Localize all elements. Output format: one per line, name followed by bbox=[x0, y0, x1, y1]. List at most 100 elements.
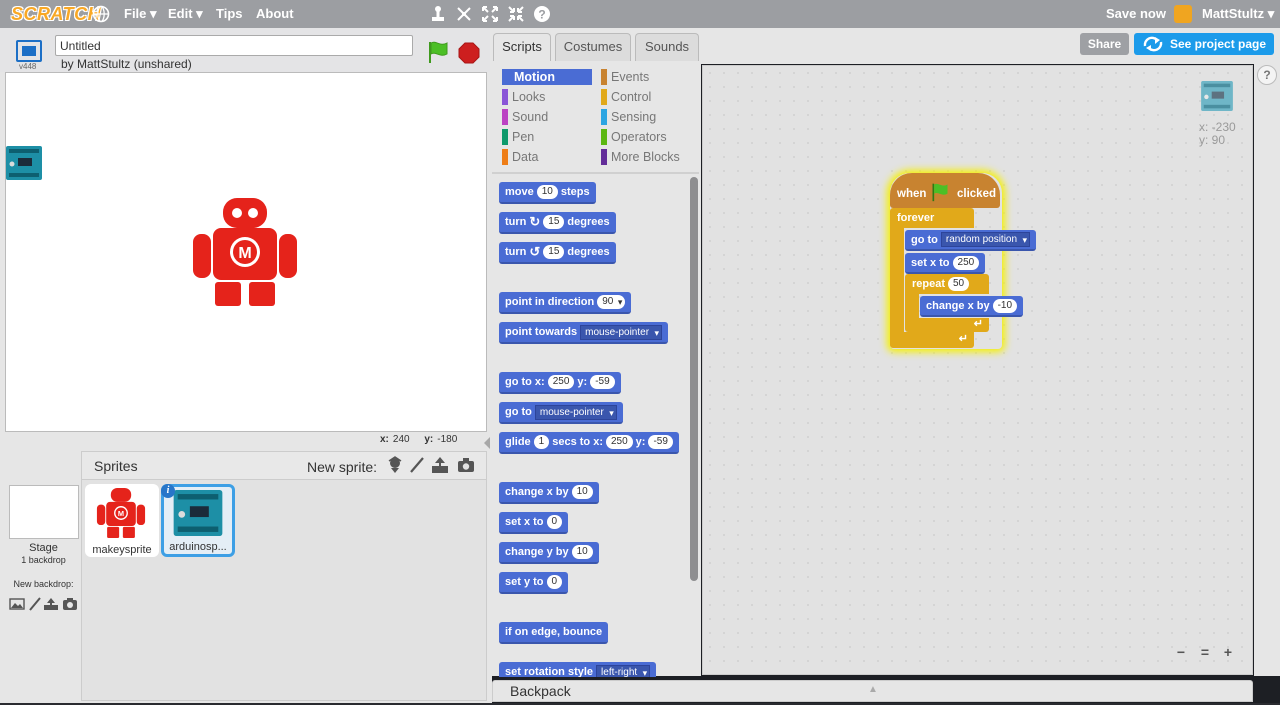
share-button[interactable]: Share bbox=[1080, 33, 1129, 55]
block-number-input[interactable]: 15 bbox=[543, 245, 565, 259]
block-set-y[interactable]: set y to 0 bbox=[499, 572, 569, 594]
user-avatar-icon[interactable] bbox=[1174, 5, 1192, 23]
block-change-y[interactable]: change y by 10 bbox=[499, 542, 599, 564]
upload-sprite-icon[interactable] bbox=[431, 456, 449, 474]
save-now-button[interactable]: Save now bbox=[1106, 0, 1166, 28]
camera-backdrop-icon[interactable] bbox=[62, 597, 78, 611]
category-pen[interactable]: Pen bbox=[502, 129, 534, 145]
zoom-reset-icon[interactable]: = bbox=[1195, 643, 1215, 661]
palette-scrollbar[interactable] bbox=[690, 177, 698, 581]
block-target-dropdown[interactable]: mouse-pointer bbox=[580, 324, 663, 340]
block-turn-right[interactable]: turn ↻ 15 degrees bbox=[499, 212, 616, 234]
camera-sprite-icon[interactable] bbox=[457, 456, 475, 474]
forever-block[interactable]: forever bbox=[890, 208, 974, 228]
scratch-logo[interactable]: SCRATCH bbox=[8, 3, 104, 25]
sprite-info-icon[interactable]: i bbox=[161, 484, 175, 498]
shrink-icon[interactable] bbox=[506, 4, 526, 24]
block-number-input[interactable]: 50 bbox=[948, 277, 970, 291]
category-operators[interactable]: Operators bbox=[601, 129, 667, 145]
about-menu[interactable]: About bbox=[256, 0, 294, 28]
block-number-input[interactable]: 0 bbox=[546, 515, 563, 529]
script-area[interactable] bbox=[702, 65, 1253, 675]
block-secs-input[interactable]: 1 bbox=[533, 435, 550, 449]
block-number-input[interactable]: 0 bbox=[546, 575, 563, 589]
zoom-out-icon[interactable]: − bbox=[1171, 643, 1191, 661]
category-sound[interactable]: Sound bbox=[502, 109, 548, 125]
block-point-in-direction[interactable]: point in direction 90 bbox=[499, 292, 632, 314]
script-block-change-x[interactable]: change x by -10 bbox=[920, 296, 1024, 317]
tab-costumes[interactable]: Costumes bbox=[555, 33, 631, 61]
block-go-to[interactable]: go to mouse-pointer bbox=[499, 402, 623, 424]
sprite-library-icon[interactable] bbox=[386, 456, 404, 474]
block-change-x[interactable]: change x by 10 bbox=[499, 482, 599, 504]
block-glide[interactable]: glide 1 secs to x: 250 y: -59 bbox=[499, 432, 679, 454]
block-y-input[interactable]: -59 bbox=[648, 435, 673, 449]
block-set-rotation-style[interactable]: set rotation style left-right bbox=[499, 662, 657, 677]
block-point-towards[interactable]: point towards mouse-pointer bbox=[499, 322, 669, 344]
paint-backdrop-icon[interactable] bbox=[27, 597, 43, 611]
help-column bbox=[1254, 61, 1280, 676]
block-text: set x to bbox=[911, 256, 950, 269]
block-number-input[interactable]: 10 bbox=[536, 185, 558, 199]
makey-robot-sprite[interactable]: M bbox=[193, 198, 297, 306]
script-block-set-x[interactable]: set x to 250 bbox=[905, 253, 986, 274]
block-move-steps[interactable]: move 10 steps bbox=[499, 182, 596, 204]
category-control[interactable]: Control bbox=[601, 89, 651, 105]
block-help-icon[interactable]: ? bbox=[532, 4, 552, 24]
backdrop-count: 1 backdrop bbox=[21, 555, 66, 565]
help-icon[interactable]: ? bbox=[1257, 65, 1277, 85]
block-set-x[interactable]: set x to 0 bbox=[499, 512, 569, 534]
block-target-dropdown[interactable]: random position bbox=[940, 232, 1031, 247]
user-menu[interactable]: MattStultz ▾ bbox=[1202, 0, 1274, 28]
zoom-in-icon[interactable]: + bbox=[1218, 643, 1238, 661]
language-globe-icon[interactable] bbox=[91, 4, 111, 24]
stage-collapse-arrow-icon[interactable] bbox=[484, 437, 490, 449]
presentation-mode-icon[interactable] bbox=[16, 40, 42, 62]
tips-menu[interactable]: Tips bbox=[216, 0, 243, 28]
category-events[interactable]: Events bbox=[601, 69, 649, 85]
edit-menu[interactable]: Edit ▾ bbox=[168, 0, 203, 28]
block-style-dropdown[interactable]: left-right bbox=[596, 664, 651, 677]
paint-sprite-icon[interactable] bbox=[408, 456, 426, 474]
tab-sounds[interactable]: Sounds bbox=[635, 33, 699, 61]
category-sensing[interactable]: Sensing bbox=[601, 109, 656, 125]
block-text: if on edge, bounce bbox=[505, 626, 603, 638]
green-flag-icon[interactable] bbox=[427, 40, 449, 64]
block-bounce[interactable]: if on edge, bounce bbox=[499, 622, 609, 644]
category-data[interactable]: Data bbox=[502, 149, 538, 165]
category-motion[interactable]: Motion bbox=[502, 69, 592, 85]
block-number-input[interactable]: 10 bbox=[571, 545, 593, 559]
see-project-page-button[interactable]: See project page bbox=[1134, 33, 1274, 55]
category-looks[interactable]: Looks bbox=[502, 89, 545, 105]
block-go-to-xy[interactable]: go to x: 250 y: -59 bbox=[499, 372, 621, 394]
stage-thumbnail[interactable] bbox=[9, 485, 79, 539]
project-title-input[interactable] bbox=[55, 35, 413, 56]
block-number-input[interactable]: 10 bbox=[571, 485, 593, 499]
repeat-block[interactable]: repeat 50 bbox=[905, 274, 989, 294]
block-number-input[interactable]: -10 bbox=[992, 298, 1018, 313]
block-direction-dropdown[interactable]: 90 bbox=[597, 295, 626, 309]
block-turn-left[interactable]: turn ↺ 15 degrees bbox=[499, 242, 616, 264]
grow-icon[interactable] bbox=[480, 4, 500, 24]
block-number-input[interactable]: 250 bbox=[952, 255, 980, 270]
upload-backdrop-icon[interactable] bbox=[43, 597, 59, 611]
file-menu[interactable]: File ▾ bbox=[124, 0, 157, 28]
block-y-input[interactable]: -59 bbox=[590, 375, 615, 389]
duplicate-stamp-icon[interactable] bbox=[428, 4, 448, 24]
tab-scripts[interactable]: Scripts bbox=[493, 33, 551, 62]
delete-scissors-icon[interactable] bbox=[454, 4, 474, 24]
sprite-tile-makeysprite[interactable]: M makeysprite bbox=[85, 484, 159, 557]
block-number-input[interactable]: 15 bbox=[543, 215, 565, 229]
block-x-input[interactable]: 250 bbox=[605, 435, 633, 449]
script-block-go-to[interactable]: go to random position bbox=[905, 230, 1037, 251]
mouse-position-readout: x: 240 y: -180 bbox=[380, 434, 457, 445]
arduino-sprite[interactable] bbox=[6, 146, 42, 180]
backpack-expand-icon[interactable]: ▲ bbox=[868, 684, 878, 695]
block-target-dropdown[interactable]: mouse-pointer bbox=[534, 404, 617, 420]
when-flag-clicked-block[interactable]: when clicked bbox=[890, 173, 1000, 208]
stage-canvas[interactable]: M bbox=[5, 72, 487, 432]
backdrop-library-icon[interactable] bbox=[9, 597, 25, 611]
stop-sign-icon[interactable] bbox=[458, 42, 480, 64]
block-x-input[interactable]: 250 bbox=[547, 375, 575, 389]
category-more-blocks[interactable]: More Blocks bbox=[601, 149, 680, 165]
